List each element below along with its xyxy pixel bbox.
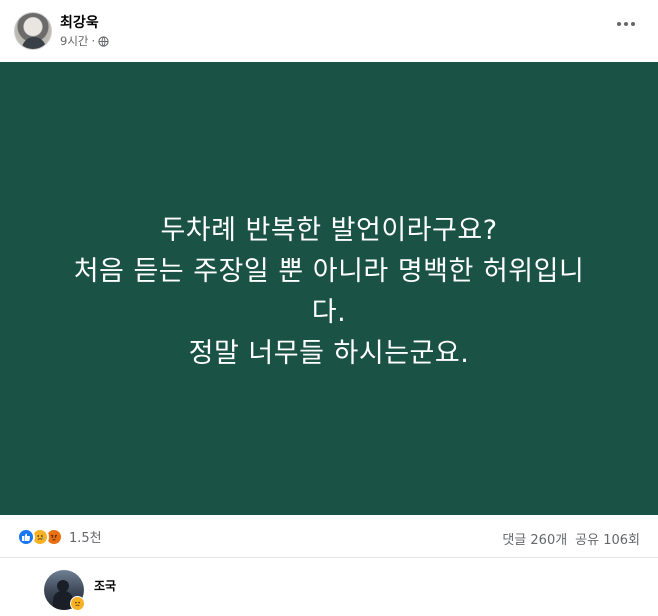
post-meta: 9시간 · xyxy=(60,33,109,49)
facebook-post: 최강욱 9시간 · 두차례 반복한 발언이라구요? 처음 듣는 주장일 뿐 아니… xyxy=(0,0,658,616)
author-avatar[interactable] xyxy=(14,12,52,50)
comments-share-summary: 댓글 260개 공유 106회 xyxy=(502,529,640,548)
post-time[interactable]: 9시간 xyxy=(60,33,88,49)
reactions-summary[interactable]: 1.5천 xyxy=(17,527,102,546)
reaction-count[interactable]: 1.5천 xyxy=(69,527,102,546)
image-text-line: 정말 너무들 하시는군요. xyxy=(188,337,470,369)
more-options-icon[interactable] xyxy=(614,14,638,34)
author-name[interactable]: 최강욱 xyxy=(60,12,99,32)
like-icon xyxy=(17,527,35,546)
comment-count[interactable]: 댓글 260개 xyxy=(502,529,567,548)
image-text-line: 처음 듣는 주장일 뿐 아니라 명백한 허위입니 xyxy=(73,255,585,287)
commenter-name[interactable]: 조국 xyxy=(94,577,116,594)
share-count[interactable]: 공유 106회 xyxy=(575,529,640,548)
image-text-line: 두차례 반복한 발언이라구요? xyxy=(160,214,498,246)
comment-item: 조국 xyxy=(0,558,658,616)
post-header: 최강욱 9시간 · xyxy=(0,0,658,62)
globe-icon xyxy=(98,35,109,47)
post-stats: 1.5천 댓글 260개 공유 106회 xyxy=(0,515,658,558)
image-text-line: 다. xyxy=(311,296,347,328)
sad-icon xyxy=(70,596,85,611)
post-image[interactable]: 두차례 반복한 발언이라구요? 처음 듣는 주장일 뿐 아니라 명백한 허위입니… xyxy=(0,62,658,515)
post-image-text: 두차례 반복한 발언이라구요? 처음 듣는 주장일 뿐 아니라 명백한 허위입니… xyxy=(74,210,585,374)
